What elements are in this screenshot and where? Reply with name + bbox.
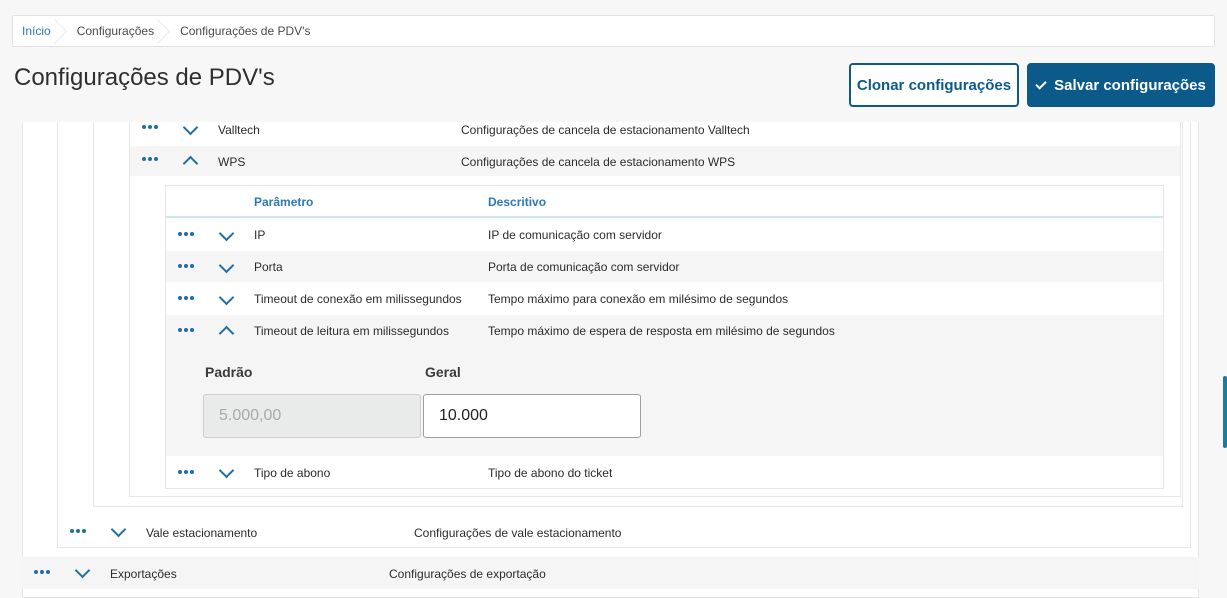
more-options-icon[interactable] [178, 325, 200, 335]
more-options-icon[interactable] [178, 229, 200, 239]
row-description: Configurações de cancela de estacionamen… [461, 155, 736, 169]
default-value-label: Padrão [205, 364, 253, 380]
param-name: IP [254, 228, 266, 242]
breadcrumb-current: Configurações de PDV's [180, 24, 311, 38]
more-options-icon[interactable] [70, 526, 92, 536]
chevron-down-icon[interactable] [218, 228, 234, 244]
row-description: Configurações de vale estacionamento [414, 526, 622, 540]
param-description: Tempo máximo de espera de resposta em mi… [488, 324, 835, 338]
chevron-up-icon[interactable] [182, 153, 198, 169]
column-header-parameter: Parâmetro [254, 195, 314, 209]
table-row[interactable]: Porta Porta de comunicação com servidor [166, 251, 1163, 282]
default-value-field: 5.000,00 [203, 394, 421, 438]
param-description: Porta de comunicação com servidor [488, 260, 680, 274]
row-name: WPS [218, 155, 246, 169]
chevron-down-icon[interactable] [218, 465, 234, 481]
chevron-down-icon[interactable] [218, 260, 234, 276]
breadcrumb-settings[interactable]: Configurações [67, 16, 170, 46]
breadcrumb: Início Configurações Configurações de PD… [12, 15, 1215, 47]
more-options-icon[interactable] [34, 567, 56, 577]
save-settings-label: Salvar configurações [1054, 76, 1206, 94]
param-description: Tipo de abono do ticket [488, 466, 613, 480]
list-item[interactable]: WPS Configurações de cancela de estacion… [130, 146, 1180, 176]
param-description: IP de comunicação com servidor [488, 228, 662, 242]
table-row[interactable]: IP IP de comunicação com servidor [166, 219, 1163, 250]
more-options-icon[interactable] [142, 122, 164, 132]
param-name: Timeout de conexão em milissegundos [254, 292, 462, 306]
check-icon [1035, 77, 1047, 90]
clone-settings-label: Clonar configurações [856, 76, 1012, 94]
list-item[interactable]: Valltech Configurações de cancela de est… [130, 122, 1180, 142]
header-divider [165, 216, 1164, 218]
table-row[interactable]: Timeout de conexão em milissegundos Temp… [166, 283, 1163, 314]
breadcrumb-home-link[interactable]: Início [13, 16, 67, 46]
more-options-icon[interactable] [178, 261, 200, 271]
row-name: Valltech [218, 123, 260, 137]
more-options-icon[interactable] [142, 154, 164, 164]
page-title: Configurações de PDV's [14, 64, 275, 91]
row-name: Exportações [110, 567, 177, 581]
column-header-description: Descritivo [488, 195, 547, 209]
chevron-up-icon[interactable] [218, 323, 234, 339]
param-name: Timeout de leitura em milissegundos [254, 324, 449, 338]
clone-settings-button[interactable]: Clonar configurações [849, 63, 1019, 107]
more-options-icon[interactable] [178, 467, 200, 477]
chevron-down-icon[interactable] [218, 292, 234, 308]
general-value-input[interactable]: 10.000 [423, 394, 641, 438]
table-row[interactable]: Tipo de abono Tipo de abono do ticket [166, 457, 1163, 488]
chevron-down-icon[interactable] [74, 565, 90, 581]
row-name: Vale estacionamento [146, 526, 258, 540]
save-settings-button[interactable]: Salvar configurações [1027, 63, 1215, 107]
param-description: Tempo máximo para conexão em milésimo de… [488, 292, 789, 306]
general-value-label: Geral [425, 364, 461, 380]
more-options-icon[interactable] [178, 293, 200, 303]
row-description: Configurações de exportação [389, 567, 546, 581]
row-description: Configurações de cancela de estacionamen… [461, 123, 750, 137]
chevron-down-icon[interactable] [110, 524, 126, 540]
param-name: Tipo de abono [254, 466, 331, 480]
param-name: Porta [254, 260, 283, 274]
scrollbar-thumb[interactable] [1223, 376, 1227, 448]
list-item[interactable]: Vale estacionamento Configurações de val… [58, 516, 1190, 547]
list-item[interactable]: Exportações Configurações de exportação [22, 557, 1199, 589]
chevron-down-icon[interactable] [182, 122, 198, 138]
